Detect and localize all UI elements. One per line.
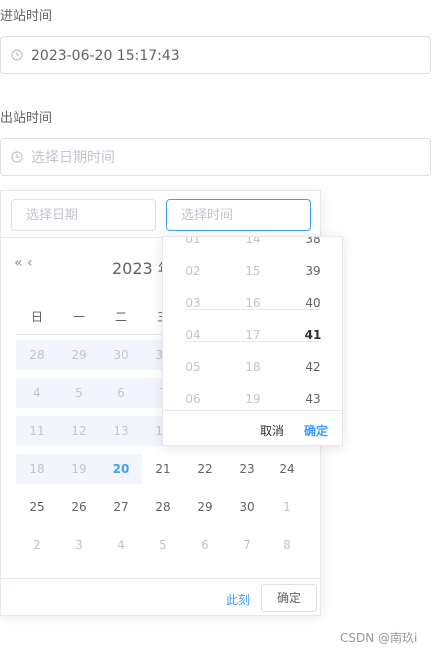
weekday-sun: 日: [30, 310, 43, 324]
day-cell[interactable]: 18: [16, 454, 58, 484]
day-cell[interactable]: 22: [184, 454, 226, 484]
exit-time-label: 出站时间: [0, 111, 53, 126]
today-cell[interactable]: 20: [100, 454, 142, 484]
second-item[interactable]: 38: [283, 237, 342, 255]
day-cell[interactable]: 4: [16, 378, 58, 408]
exit-time-placeholder: 选择日期时间: [31, 150, 115, 166]
second-item-selected[interactable]: 41: [283, 319, 342, 351]
day-cell[interactable]: 21: [142, 454, 184, 484]
time-cancel-button[interactable]: 取消: [260, 422, 284, 439]
prev-year-button[interactable]: «: [14, 255, 23, 271]
hour-item[interactable]: 01: [163, 237, 223, 255]
minute-item[interactable]: 16: [223, 287, 283, 319]
clock-icon: [11, 49, 23, 61]
day-cell[interactable]: 6: [100, 378, 142, 408]
second-item[interactable]: 40: [283, 287, 342, 319]
weekday-tue: 二: [114, 310, 127, 324]
second-item[interactable]: 39: [283, 255, 342, 287]
day-cell[interactable]: 1: [266, 492, 308, 522]
day-cell[interactable]: 28: [16, 340, 58, 370]
weekday-mon: 一: [72, 310, 85, 324]
footer-divider: [1, 578, 320, 579]
date-input[interactable]: 选择日期: [11, 199, 156, 231]
day-cell[interactable]: 30: [100, 340, 142, 370]
day-cell[interactable]: 12: [58, 416, 100, 446]
day-cell[interactable]: 24: [266, 454, 308, 484]
minute-item[interactable]: 17: [223, 319, 283, 351]
exit-time-input[interactable]: 选择日期时间: [0, 138, 431, 176]
clock-icon: [11, 151, 23, 163]
now-button[interactable]: 此刻: [226, 591, 250, 608]
second-item[interactable]: 42: [283, 351, 342, 383]
entry-time-value: 2023-06-20 15:17:43: [31, 48, 180, 64]
hour-item[interactable]: 02: [163, 255, 223, 287]
hour-item[interactable]: 03: [163, 287, 223, 319]
time-input-placeholder: 选择时间: [181, 208, 234, 223]
time-footer-divider: [163, 410, 342, 411]
minute-item[interactable]: 14: [223, 237, 283, 255]
minute-item[interactable]: 15: [223, 255, 283, 287]
watermark: CSDN @南玖i: [340, 631, 418, 645]
time-confirm-button[interactable]: 确定: [304, 422, 328, 439]
day-cell[interactable]: 2: [16, 530, 58, 560]
day-cell[interactable]: 23: [226, 454, 268, 484]
prev-month-button[interactable]: ‹: [27, 255, 33, 271]
day-cell[interactable]: 4: [100, 530, 142, 560]
time-spinner-panel: 01 02 03 04 05 06 14 15 16 17 18 19 38 3…: [162, 236, 343, 446]
hour-item[interactable]: 04: [163, 319, 223, 351]
day-cell[interactable]: 8: [266, 530, 308, 560]
day-cell[interactable]: 30: [226, 492, 268, 522]
day-cell[interactable]: 19: [58, 454, 100, 484]
day-cell[interactable]: 5: [58, 378, 100, 408]
confirm-button[interactable]: 确定: [261, 584, 317, 612]
day-cell[interactable]: 29: [184, 492, 226, 522]
day-cell[interactable]: 6: [184, 530, 226, 560]
day-cell[interactable]: 3: [58, 530, 100, 560]
day-cell[interactable]: 7: [226, 530, 268, 560]
day-cell[interactable]: 13: [100, 416, 142, 446]
day-cell[interactable]: 29: [58, 340, 100, 370]
day-cell[interactable]: 26: [58, 492, 100, 522]
hour-item[interactable]: 05: [163, 351, 223, 383]
time-input[interactable]: 选择时间: [166, 199, 311, 231]
day-cell[interactable]: 25: [16, 492, 58, 522]
day-cell[interactable]: 5: [142, 530, 184, 560]
date-input-placeholder: 选择日期: [26, 208, 79, 223]
day-cell[interactable]: 27: [100, 492, 142, 522]
day-cell[interactable]: 28: [142, 492, 184, 522]
minute-item[interactable]: 18: [223, 351, 283, 383]
entry-time-input[interactable]: 2023-06-20 15:17:43: [0, 36, 431, 74]
entry-time-label: 进站时间: [0, 9, 53, 24]
day-cell[interactable]: 11: [16, 416, 58, 446]
